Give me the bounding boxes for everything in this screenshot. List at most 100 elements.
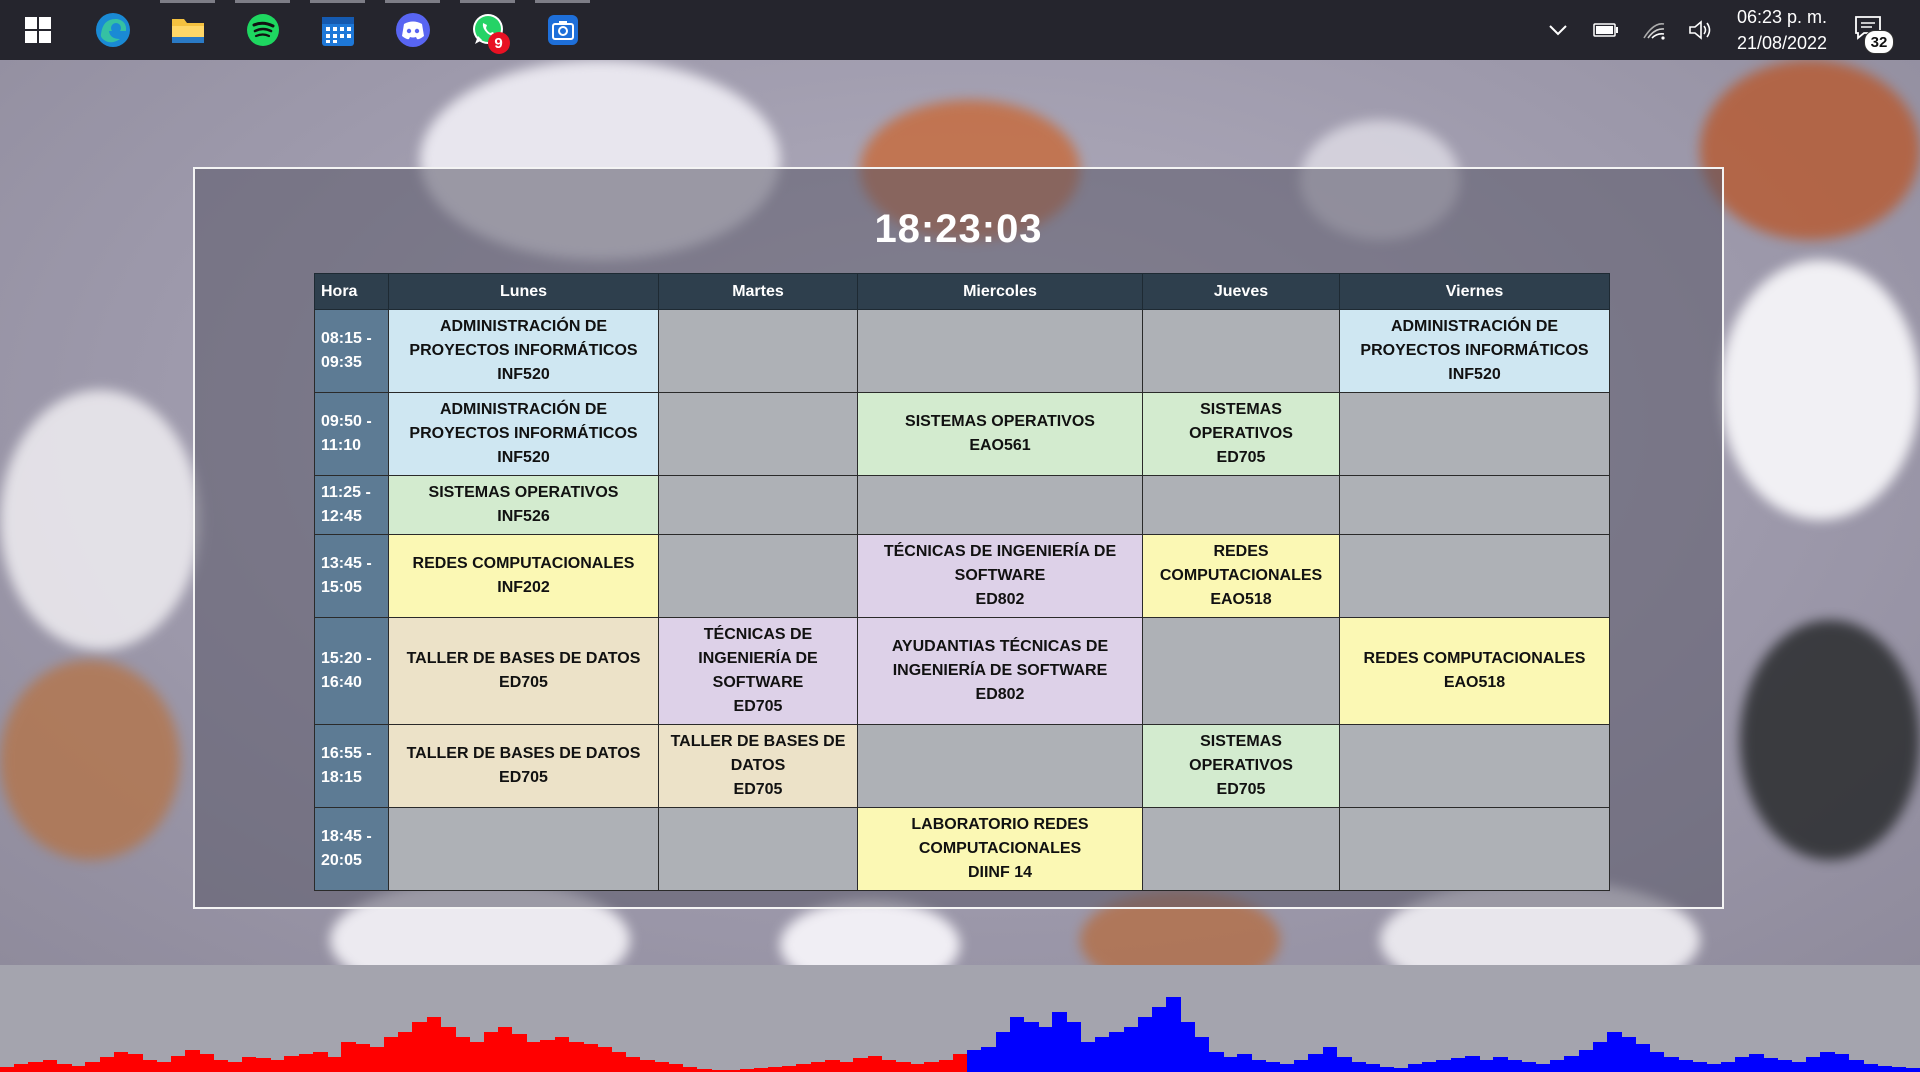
header-miercoles: Miercoles [857,273,1143,310]
battery-icon[interactable] [1590,14,1622,46]
time-slot-cell: 08:15 - 09:35 [314,309,389,393]
visualizer-bar [1550,1060,1565,1072]
taskbar-clock[interactable]: 06:23 p. m. 21/08/2022 [1722,4,1842,56]
class-cell-line: SOFTWARE [954,567,1046,584]
visualizer-bar [142,1060,157,1072]
class-cell-line: PROYECTOS INFORMÁTICOS [409,425,638,442]
taskbar-screenshot-app[interactable] [525,0,600,60]
class-cell-line: INF526 [497,508,550,525]
empty-cell [1339,392,1610,476]
class-cell-line: SISTEMAS OPERATIVOS [428,484,619,501]
schedule-row: 08:15 - 09:35 ADMINISTRACIÓN DE PROYECTOS I… [314,309,1610,393]
visualizer-bar [1848,1060,1864,1072]
taskbar-discord[interactable] [375,0,450,60]
visualizer-bar [71,1066,86,1072]
visualizer-bar [412,1022,428,1072]
visualizer-bar [839,1062,854,1072]
class-cell-line: ED802 [975,686,1025,703]
visualizer-bar [298,1054,314,1072]
class-cell-line: INGENIERÍA DE [698,650,818,667]
class-cell-line: OPERATIVOS [1189,425,1293,442]
visualizer-bar [1536,1064,1551,1072]
visualizer-bar [1436,1060,1452,1072]
visualizer-bar [1479,1060,1494,1072]
visualizer-bar [1891,1067,1907,1072]
visualizer-bar [270,1060,285,1072]
visualizer-bar [967,1050,982,1072]
schedule-row: 09:50 - 11:10 ADMINISTRACIÓN DE PROYECTOS I… [314,392,1610,476]
visualizer-bar [1820,1052,1836,1072]
visualizer-bar [1607,1032,1622,1072]
class-cell-line: SISTEMAS [1200,401,1282,418]
time-slot-line: 11:10 [321,437,362,454]
class-cell-line: ED705 [499,674,548,691]
visualizer-bar [1393,1068,1409,1072]
visualizer-bar [512,1034,527,1072]
visualizer-bar [284,1056,300,1072]
class-cell: SISTEMAS OPERATIVOS ED705 [1142,724,1340,808]
visualizer-bar [1066,1022,1082,1072]
empty-cell [857,309,1143,393]
visualizer-bar [227,1062,243,1072]
visualizer-bar [1009,1017,1025,1072]
empty-cell [857,475,1143,535]
visualizer-bar [1507,1060,1523,1072]
visualizer-bar [14,1064,29,1072]
schedule-row: 13:45 - 15:05 REDES COMPUTACIONALES INF202 T… [314,534,1610,618]
visualizer-bar [796,1064,812,1072]
visualizer-bar [1777,1060,1793,1072]
visualizer-bar [184,1050,200,1072]
class-cell-line: INGENIERÍA DE SOFTWARE [892,662,1108,679]
empty-cell [857,724,1143,808]
visualizer-bar [156,1062,172,1072]
class-cell: ADMINISTRACIÓN DE PROYECTOS INFORMÁTICOS I… [388,392,659,476]
visualizer-bar [1308,1054,1324,1072]
class-cell-line: INF520 [1448,366,1501,383]
class-cell-line: DIINF 14 [967,864,1032,881]
visualizer-bar [1863,1064,1878,1072]
class-cell-line: ADMINISTRACIÓN DE [439,318,608,335]
visualizer-bar [1763,1058,1779,1072]
class-cell-line: TÉCNICAS DE [703,626,813,643]
time-slot-line: 16:40 [321,674,362,691]
taskbar-edge[interactable] [75,0,150,60]
visualizer-bar [355,1044,371,1072]
visualizer-bar [1336,1057,1352,1072]
taskbar-file-explorer[interactable] [150,0,225,60]
visualizer-bar [896,1062,911,1072]
start-button[interactable] [0,0,75,60]
visualizer-bar [0,1067,15,1072]
folder-icon [170,12,206,48]
visualizer-bar [1166,997,1181,1072]
visualizer-bar [1265,1062,1281,1072]
taskbar-whatsapp[interactable]: 9 [450,0,525,60]
taskbar-date: 21/08/2022 [1736,33,1828,53]
visualizer-bar [1223,1057,1238,1072]
class-cell-line: ADMINISTRACIÓN DE [1390,318,1559,335]
time-slot-cell: 09:50 - 11:10 [314,392,389,476]
visualizer-bar [469,1042,485,1072]
visualizer-bar [924,1062,940,1072]
class-cell-line: SOFTWARE [712,674,804,691]
visualizer-bar [654,1062,669,1072]
visualizer-bar [1365,1064,1381,1072]
class-cell: REDES COMPUTACIONALES INF202 [388,534,659,618]
class-cell-line: EAO518 [1443,674,1506,691]
edge-icon [95,12,131,48]
visualizer-bar [369,1047,385,1072]
visualizer-bar [1024,1022,1039,1072]
camera-app-icon [545,12,581,48]
taskbar-calendar[interactable] [300,0,375,60]
taskbar-spotify[interactable] [225,0,300,60]
class-cell-line: REDES COMPUTACIONALES [412,555,635,572]
volume-icon[interactable] [1685,14,1717,46]
visualizer-bar [1038,1027,1053,1072]
class-cell-line: INF202 [497,579,550,596]
visualizer-bar [256,1058,271,1072]
show-hidden-icons-chevron-icon[interactable] [1542,14,1574,46]
digital-clock: 18:23:03 [874,207,1043,251]
class-cell-line: ED705 [733,781,783,798]
class-cell: LABORATORIO REDES COMPUTACIONALES DIINF 14 [857,807,1143,891]
empty-cell [658,807,858,891]
wifi-icon[interactable] [1638,14,1670,46]
